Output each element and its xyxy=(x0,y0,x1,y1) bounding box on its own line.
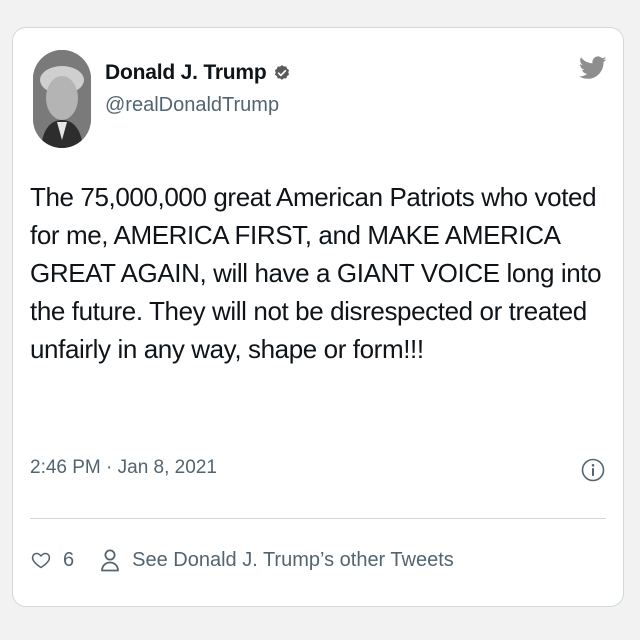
like-count: 6 xyxy=(63,548,75,571)
tweet-card: Donald J. Trump @realDonaldTrump The 75,… xyxy=(12,27,624,607)
tweet-text: The 75,000,000 great American Patriots w… xyxy=(30,182,602,364)
person-icon xyxy=(100,548,120,572)
author-name-row: Donald J. Trump xyxy=(105,62,291,83)
author-display-name[interactable]: Donald J. Trump xyxy=(105,62,267,83)
heart-icon xyxy=(31,550,51,570)
author-info: Donald J. Trump @realDonaldTrump xyxy=(105,62,291,115)
author-handle[interactable]: @realDonaldTrump xyxy=(105,95,291,115)
tweet-actions: 6 See Donald J. Trump’s other Tweets xyxy=(31,548,454,572)
author-avatar[interactable] xyxy=(33,50,91,148)
info-icon[interactable] xyxy=(581,458,605,482)
verified-badge-icon xyxy=(273,64,291,82)
like-button[interactable]: 6 xyxy=(31,549,74,572)
other-tweets-label: See Donald J. Trump’s other Tweets xyxy=(132,548,454,571)
other-tweets-link[interactable]: See Donald J. Trump’s other Tweets xyxy=(100,548,454,572)
divider xyxy=(30,518,606,519)
tweet-timestamp[interactable]: 2:46 PM · Jan 8, 2021 xyxy=(30,457,217,479)
twitter-bird-icon[interactable] xyxy=(578,56,607,82)
